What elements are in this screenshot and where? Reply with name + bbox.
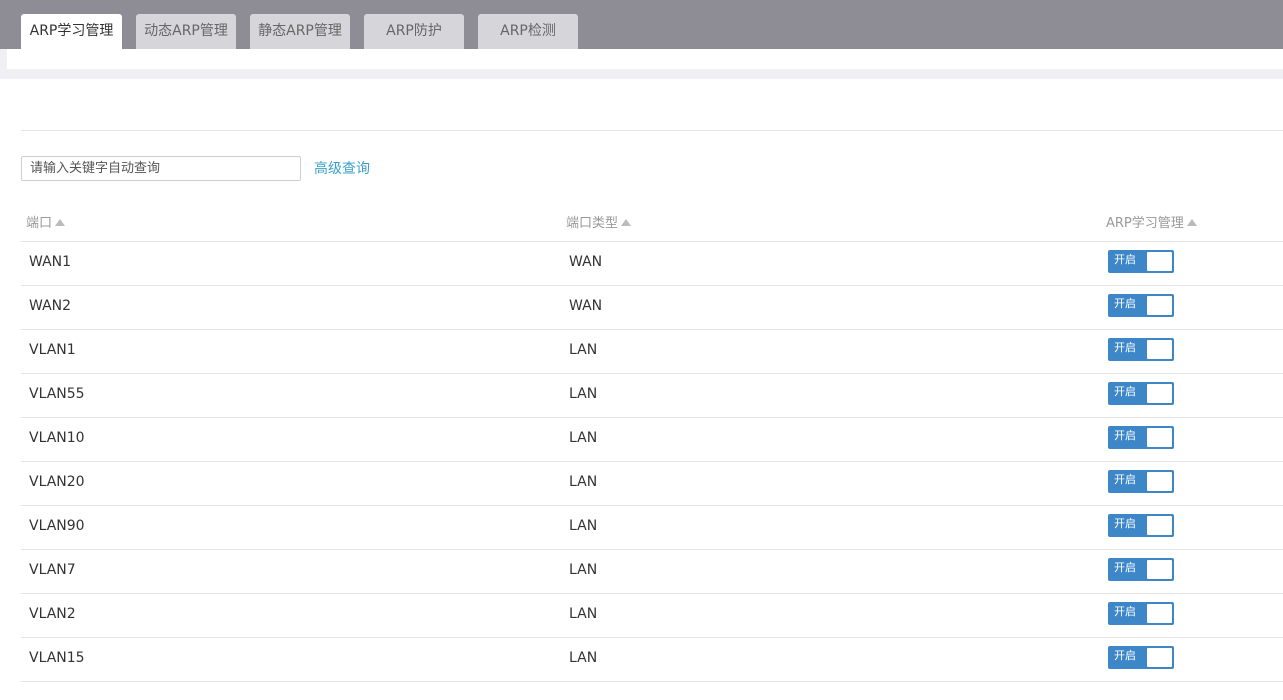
- column-header-label: 端口类型: [566, 216, 619, 231]
- toggle-knob: [1147, 296, 1172, 315]
- toggle-label: 开启: [1114, 297, 1136, 310]
- arp-learning-toggle[interactable]: 开启: [1108, 558, 1174, 581]
- toggle-label: 开启: [1114, 473, 1136, 486]
- table-row: WAN1 WAN 开启: [21, 242, 1283, 286]
- port-cell: VLAN1: [29, 342, 76, 358]
- arp-learning-toggle[interactable]: 开启: [1108, 338, 1174, 361]
- port-type-cell: LAN: [569, 430, 598, 446]
- toggle-knob: [1147, 648, 1172, 667]
- advanced-query-link[interactable]: 高级查询: [314, 158, 370, 178]
- port-type-cell: LAN: [569, 386, 598, 402]
- toggle-knob: [1147, 252, 1172, 271]
- toggle-label: 开启: [1114, 649, 1136, 662]
- port-type-cell: LAN: [569, 342, 598, 358]
- table-row: VLAN90 LAN 开启: [21, 506, 1283, 550]
- table-row: VLAN55 LAN 开启: [21, 374, 1283, 418]
- arp-learning-toggle[interactable]: 开启: [1108, 514, 1174, 537]
- table-row: VLAN7 LAN 开启: [21, 550, 1283, 594]
- sort-asc-icon[interactable]: [621, 219, 632, 226]
- arp-learning-toggle[interactable]: 开启: [1108, 646, 1174, 669]
- column-header-port-type[interactable]: 端口类型: [566, 212, 632, 231]
- tab-arp-learning[interactable]: ARP学习管理: [21, 14, 122, 49]
- column-header-label: 端口: [26, 216, 53, 231]
- toggle-knob: [1147, 340, 1172, 359]
- search-input[interactable]: [21, 156, 301, 181]
- arp-learning-toggle[interactable]: 开启: [1108, 250, 1174, 273]
- port-cell: WAN2: [29, 298, 72, 314]
- toggle-knob: [1147, 384, 1172, 403]
- column-header-label: ARP学习管理: [1106, 216, 1184, 231]
- port-type-cell: WAN: [569, 254, 603, 270]
- tab-dynamic-arp[interactable]: 动态ARP管理: [136, 14, 236, 49]
- port-type-cell: LAN: [569, 606, 598, 622]
- toggle-label: 开启: [1114, 385, 1136, 398]
- tab-bar: ARP学习管理 动态ARP管理 静态ARP管理 ARP防护 ARP检测: [0, 0, 1283, 49]
- port-cell: VLAN15: [29, 650, 85, 666]
- toggle-label: 开启: [1114, 561, 1136, 574]
- column-header-arp-learning[interactable]: ARP学习管理: [1106, 212, 1197, 231]
- toggle-knob: [1147, 472, 1172, 491]
- arp-learning-toggle[interactable]: 开启: [1108, 426, 1174, 449]
- tab-content-strip: [7, 49, 1283, 69]
- toggle-label: 开启: [1114, 517, 1136, 530]
- section-divider: [0, 69, 1283, 79]
- toggle-knob: [1147, 428, 1172, 447]
- arp-learning-toggle[interactable]: 开启: [1108, 602, 1174, 625]
- port-cell: VLAN55: [29, 386, 85, 402]
- tab-static-arp[interactable]: 静态ARP管理: [250, 14, 350, 49]
- table-row: WAN2 WAN 开启: [21, 286, 1283, 330]
- port-cell: VLAN90: [29, 518, 85, 534]
- table-row: VLAN2 LAN 开启: [21, 594, 1283, 638]
- toggle-label: 开启: [1114, 341, 1136, 354]
- toggle-knob: [1147, 560, 1172, 579]
- column-header-port[interactable]: 端口: [26, 212, 66, 231]
- port-cell: VLAN10: [29, 430, 85, 446]
- toggle-label: 开启: [1114, 605, 1136, 618]
- arp-learning-toggle[interactable]: 开启: [1108, 470, 1174, 493]
- port-cell: WAN1: [29, 254, 72, 270]
- port-type-cell: LAN: [569, 474, 598, 490]
- arp-learning-toggle[interactable]: 开启: [1108, 294, 1174, 317]
- port-type-cell: LAN: [569, 650, 598, 666]
- table-row: VLAN15 LAN 开启: [21, 638, 1283, 682]
- table-row: VLAN10 LAN 开启: [21, 418, 1283, 462]
- table-row: VLAN20 LAN 开启: [21, 462, 1283, 506]
- toggle-knob: [1147, 516, 1172, 535]
- table-header: 端口 端口类型 ARP学习管理: [21, 208, 1283, 242]
- table-row: VLAN1 LAN 开启: [21, 330, 1283, 374]
- tab-arp-protection[interactable]: ARP防护: [364, 14, 464, 49]
- toggle-label: 开启: [1114, 429, 1136, 442]
- toolbar-divider: [21, 130, 1283, 131]
- toggle-knob: [1147, 604, 1172, 623]
- arp-learning-toggle[interactable]: 开启: [1108, 382, 1174, 405]
- port-cell: VLAN20: [29, 474, 85, 490]
- port-type-cell: LAN: [569, 518, 598, 534]
- port-type-cell: LAN: [569, 562, 598, 578]
- port-cell: VLAN7: [29, 562, 76, 578]
- port-type-cell: WAN: [569, 298, 603, 314]
- sort-asc-icon[interactable]: [55, 219, 66, 226]
- toggle-label: 开启: [1114, 253, 1136, 266]
- sort-asc-icon[interactable]: [1186, 219, 1197, 226]
- port-cell: VLAN2: [29, 606, 76, 622]
- tab-arp-detection[interactable]: ARP检测: [478, 14, 578, 49]
